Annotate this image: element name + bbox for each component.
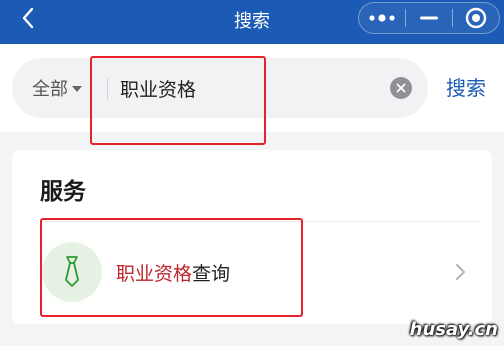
- chevron-left-icon: [22, 7, 34, 29]
- caret-down-icon: [72, 86, 82, 92]
- capsule-menu: [358, 2, 500, 34]
- close-button[interactable]: [453, 3, 499, 33]
- services-card: 服务 职业资格查询: [12, 150, 492, 324]
- watermark: husay.cn: [409, 319, 498, 340]
- scope-label: 全部: [32, 79, 68, 100]
- search-divider: [107, 78, 108, 100]
- search-area: 全部 搜索: [0, 44, 504, 132]
- target-circle-icon: [465, 7, 487, 29]
- service-label-highlight: 职业资格: [116, 263, 193, 285]
- minimize-button[interactable]: [406, 3, 452, 33]
- clear-button[interactable]: [390, 77, 412, 99]
- scope-dropdown[interactable]: 全部: [32, 58, 82, 118]
- more-dots-icon: [369, 14, 395, 22]
- back-button[interactable]: [10, 0, 46, 36]
- section-title: 服务: [40, 179, 86, 205]
- service-label-rest: 查询: [192, 263, 231, 285]
- search-box: 全部: [12, 58, 428, 118]
- service-item[interactable]: 职业资格查询: [12, 222, 492, 324]
- chevron-right-icon: [456, 264, 465, 280]
- search-input[interactable]: [120, 70, 380, 106]
- tie-icon: [65, 256, 79, 287]
- service-icon-badge: [42, 242, 102, 302]
- search-submit-button[interactable]: 搜索: [446, 72, 486, 101]
- title-bar: 搜索: [0, 0, 504, 44]
- more-button[interactable]: [359, 3, 405, 33]
- service-item-label: 职业资格查询: [116, 259, 230, 286]
- clear-icon: [396, 83, 406, 93]
- minimize-icon: [420, 16, 438, 20]
